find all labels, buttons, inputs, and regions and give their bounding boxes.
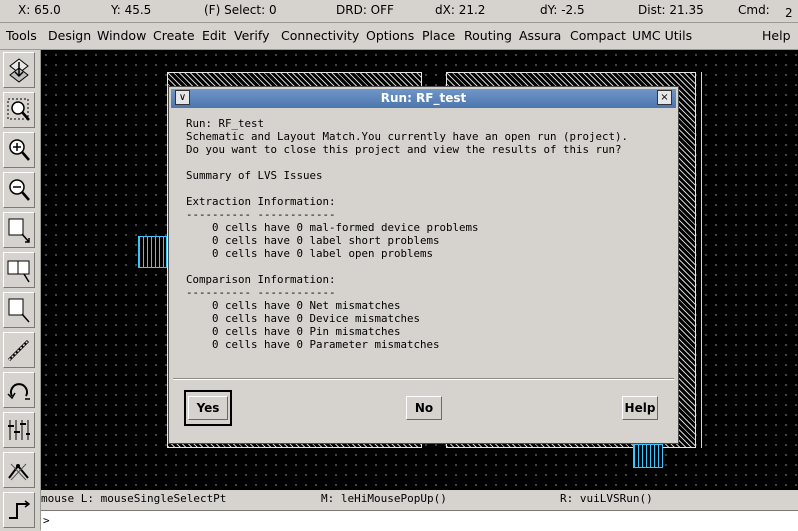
menu-place[interactable]: Place [422, 28, 455, 43]
mouse-right-binding: R: vuiLVSRun() [560, 492, 653, 505]
move-icon[interactable] [3, 292, 35, 328]
dialog-title: Run: RF_test [380, 91, 467, 105]
mouse-binding-line: mouse L: mouseSingleSelectPt M: leHiMous… [41, 490, 798, 508]
select-count: (F) Select: 0 [204, 3, 277, 17]
menu-edit[interactable]: Edit [202, 28, 226, 43]
menu-umc-utils[interactable]: UMC Utils [632, 28, 692, 43]
no-button[interactable]: No [406, 396, 442, 420]
menu-window[interactable]: Window [97, 28, 146, 43]
ruler-icon[interactable] [3, 332, 35, 368]
property-icon[interactable] [3, 412, 35, 448]
undo-icon[interactable] [3, 372, 35, 408]
pin-shape-left [138, 236, 167, 268]
menu-options[interactable]: Options [366, 28, 414, 43]
distance: Dist: 21.35 [638, 3, 704, 17]
zoom-fit-icon[interactable] [3, 92, 35, 128]
menu-connectivity[interactable]: Connectivity [281, 28, 359, 43]
help-button[interactable]: Help [622, 396, 658, 420]
drd-status: DRD: OFF [336, 3, 394, 17]
stretch-icon[interactable] [3, 212, 35, 248]
delta-y: dY: -2.5 [540, 3, 585, 17]
mouse-middle-binding: M: leHiMousePopUp() [321, 492, 447, 505]
zoom-out-icon[interactable] [3, 172, 35, 208]
copy-icon[interactable] [3, 252, 35, 288]
menu-compact[interactable]: Compact [570, 28, 626, 43]
dialog-message: Run: RF_test Schematic and Layout Match.… [186, 117, 629, 351]
command-prompt: > [43, 514, 50, 527]
menu-help[interactable]: Help [762, 28, 791, 43]
dialog-title-bar[interactable]: ∨ Run: RF_test × [171, 89, 676, 108]
coordinate-status-bar: X: 65.0 Y: 45.5 (F) Select: 0 DRD: OFF d… [0, 0, 798, 23]
menu-create[interactable]: Create [153, 28, 195, 43]
path-icon[interactable] [3, 452, 35, 488]
cell-boundary [676, 72, 702, 448]
cmd-label: Cmd: [738, 3, 770, 17]
icon-toolbar [0, 50, 41, 530]
zoom-in-icon[interactable] [3, 132, 35, 168]
pin-shape-right [633, 444, 663, 468]
menu-design[interactable]: Design [48, 28, 91, 43]
menu-routing[interactable]: Routing [464, 28, 512, 43]
mouse-left-binding: mouse L: mouseSingleSelectPt [41, 492, 227, 505]
lvs-run-dialog: ∨ Run: RF_test × Run: RF_test Schematic … [168, 86, 679, 444]
menu-tools[interactable]: Tools [6, 28, 37, 43]
close-icon[interactable]: × [657, 90, 672, 105]
command-input[interactable]: > [41, 510, 798, 531]
menu-bar: Tools Design Window Create Edit Verify C… [0, 23, 798, 50]
y-coordinate: Y: 45.5 [111, 3, 152, 17]
cmd-count: 2 [785, 6, 793, 20]
menu-assura[interactable]: Assura [519, 28, 561, 43]
yes-button[interactable]: Yes [188, 396, 228, 420]
save-view-icon[interactable] [3, 52, 35, 88]
dialog-separator [173, 378, 674, 380]
delta-x: dX: 21.2 [435, 3, 486, 17]
menu-verify[interactable]: Verify [234, 28, 269, 43]
x-coordinate: X: 65.0 [18, 3, 61, 17]
wire-icon[interactable] [3, 492, 35, 528]
